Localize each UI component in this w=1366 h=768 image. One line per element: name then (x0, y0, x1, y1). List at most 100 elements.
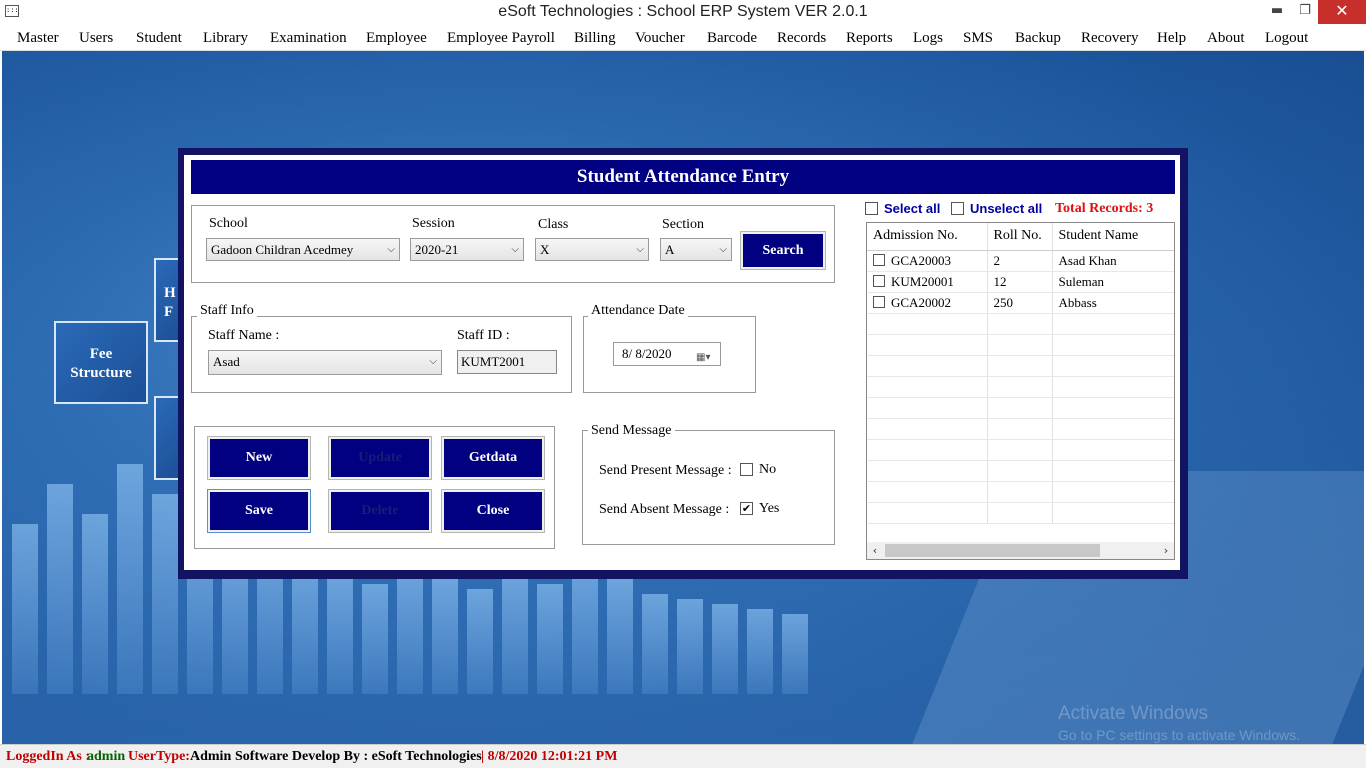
update-button-label: Update (331, 439, 429, 477)
attendance-date-legend: Attendance Date (588, 303, 688, 319)
scroll-right-icon[interactable]: › (1158, 542, 1174, 559)
send-present-label: Send Present Message : (599, 463, 732, 478)
menu-logs[interactable]: Logs (913, 30, 943, 47)
table-header-row: Admission No. Roll No. Student Name (867, 223, 1174, 251)
developer-credit: Software Develop By : eSoft Technologies (235, 749, 482, 764)
section-select[interactable]: A ⌵ (660, 238, 732, 261)
row-checkbox[interactable] (873, 295, 885, 308)
student-table: Admission No. Roll No. Student Name GCA2… (867, 223, 1174, 524)
empty-row (867, 334, 1174, 356)
section-label: Section (662, 217, 704, 232)
chevron-down-icon: ⌵ (429, 356, 437, 367)
staff-id-field[interactable]: KUMT2001 (457, 350, 557, 374)
session-label: Session (412, 216, 455, 231)
close-window-button[interactable]: ✕ (1318, 0, 1366, 24)
roll-cell: 250 (987, 292, 1053, 314)
send-absent-label: Send Absent Message : (599, 502, 730, 517)
maximize-button[interactable]: ❐ (1290, 0, 1320, 24)
unselect-all-checkbox[interactable] (951, 202, 964, 215)
empty-row (867, 376, 1174, 398)
background-bar (467, 589, 493, 694)
menu-records[interactable]: Records (777, 30, 826, 47)
getdata-button[interactable]: Getdata (441, 436, 545, 480)
horizontal-scrollbar[interactable]: ‹ › (867, 542, 1174, 559)
student-grid[interactable]: Admission No. Roll No. Student Name GCA2… (866, 222, 1175, 560)
menu-master[interactable]: Master (17, 30, 59, 47)
menu-billing[interactable]: Billing (574, 30, 616, 47)
menu-examination[interactable]: Examination (270, 30, 347, 47)
unselect-all-label[interactable]: Unselect all (970, 201, 1042, 216)
empty-row (867, 502, 1174, 524)
chevron-down-icon: ⌵ (511, 244, 519, 255)
admission-no: KUM20001 (891, 273, 954, 289)
admission-no: GCA20003 (891, 252, 951, 268)
column-header-name[interactable]: Student Name (1052, 223, 1174, 251)
minimize-button[interactable]: ▬ (1262, 0, 1292, 24)
activate-windows-watermark: Activate Windows Go to PC settings to ac… (1058, 703, 1300, 743)
select-all-label[interactable]: Select all (884, 201, 940, 216)
delete-button-label: Delete (331, 492, 429, 530)
menu-about[interactable]: About (1207, 30, 1245, 47)
admission-no: GCA20002 (891, 294, 951, 310)
send-present-value: No (759, 462, 777, 477)
fee-structure-tile[interactable]: Fee Structure (54, 321, 148, 404)
update-button[interactable]: Update (328, 436, 432, 480)
school-label: School (209, 216, 248, 231)
staff-name-select[interactable]: Asad ⌵ (208, 350, 442, 375)
menu-employee-payroll[interactable]: Employee Payroll (447, 30, 555, 47)
logged-in-user: admin (87, 749, 126, 764)
menu-users[interactable]: Users (79, 30, 113, 47)
background-bar (607, 579, 633, 694)
menu-sms[interactable]: SMS (963, 30, 993, 47)
background-bar (292, 564, 318, 694)
column-header-roll[interactable]: Roll No. (987, 223, 1053, 251)
row-checkbox[interactable] (873, 253, 885, 266)
menu-help[interactable]: Help (1157, 30, 1186, 47)
scroll-thumb[interactable] (885, 544, 1100, 557)
background-bar (117, 464, 143, 694)
menu-recovery[interactable]: Recovery (1081, 30, 1138, 47)
dialog-title: Student Attendance Entry (191, 160, 1175, 194)
table-row[interactable]: GCA20003 2 Asad Khan (867, 250, 1174, 272)
column-header-admission[interactable]: Admission No. (867, 223, 988, 251)
menu-barcode[interactable]: Barcode (707, 30, 757, 47)
dialog-body: Student Attendance Entry School Gadoon C… (184, 155, 1180, 570)
scroll-left-icon[interactable]: ‹ (867, 542, 883, 559)
close-button[interactable]: Close (441, 489, 545, 533)
class-select[interactable]: X ⌵ (535, 238, 649, 261)
empty-row (867, 439, 1174, 461)
session-select[interactable]: 2020-21 ⌵ (410, 238, 524, 261)
menu-logout[interactable]: Logout (1265, 30, 1308, 47)
send-absent-checkbox[interactable]: ✔ (740, 502, 753, 515)
tile-label: Fee (89, 346, 113, 362)
background-bar (47, 484, 73, 694)
menu-employee[interactable]: Employee (366, 30, 427, 47)
menu-voucher[interactable]: Voucher (635, 30, 685, 47)
menu-reports[interactable]: Reports (846, 30, 893, 47)
background-bar (572, 564, 598, 694)
menu-library[interactable]: Library (203, 30, 248, 47)
table-row[interactable]: KUM20001 12 Suleman (867, 271, 1174, 293)
school-select[interactable]: Gadoon Childran Acedmey ⌵ (206, 238, 400, 261)
roll-cell: 12 (987, 271, 1053, 293)
getdata-button-label: Getdata (444, 439, 542, 477)
attendance-date-picker[interactable]: 8/ 8/2020 ▦▾ (613, 342, 721, 366)
save-button[interactable]: Save (207, 489, 311, 533)
staff-id-label: Staff ID : (457, 328, 510, 343)
new-button[interactable]: New (207, 436, 311, 480)
admission-cell: GCA20002 (867, 292, 988, 314)
row-checkbox[interactable] (873, 274, 885, 287)
delete-button[interactable]: Delete (328, 489, 432, 533)
tile-label: Structure (70, 365, 132, 381)
search-button[interactable]: Search (740, 231, 826, 270)
calendar-icon[interactable]: ▦▾ (696, 347, 714, 363)
background-bar (537, 584, 563, 694)
empty-row (867, 313, 1174, 335)
window-title: eSoft Technologies : School ERP System V… (498, 3, 868, 20)
activate-subtitle: Go to PC settings to activate Windows. (1058, 727, 1300, 743)
menu-backup[interactable]: Backup (1015, 30, 1061, 47)
table-row[interactable]: GCA20002 250 Abbass (867, 292, 1174, 314)
send-present-checkbox[interactable] (740, 463, 753, 476)
menu-student[interactable]: Student (136, 30, 182, 47)
select-all-checkbox[interactable] (865, 202, 878, 215)
